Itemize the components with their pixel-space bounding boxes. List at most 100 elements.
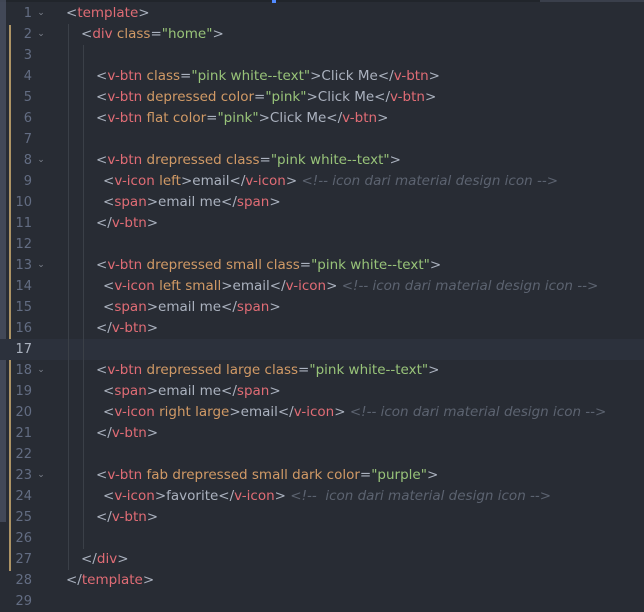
indent-guide bbox=[68, 171, 69, 192]
code-token-txt: > bbox=[428, 68, 440, 84]
code-token-tag: v-btn bbox=[107, 467, 143, 483]
code-line[interactable]: 16 </v-btn> bbox=[0, 318, 644, 339]
code-line[interactable]: 14 <v-icon left small>email</v-icon> <!--… bbox=[0, 276, 644, 297]
line-number: 11 bbox=[15, 216, 32, 231]
indent-guide bbox=[83, 486, 84, 507]
code-line[interactable]: 26 bbox=[0, 528, 644, 549]
code-line[interactable]: 23 ⌄ <v-btn fab drepressed small dark colo… bbox=[0, 465, 644, 486]
indent-guide bbox=[83, 66, 84, 87]
code-text: </v-btn> bbox=[96, 213, 158, 234]
indent-guide bbox=[83, 171, 84, 192]
fold-chevron-icon[interactable]: ⌄ bbox=[36, 465, 46, 486]
fold-chevron-icon[interactable]: ⌄ bbox=[36, 24, 46, 45]
indent-guide bbox=[68, 528, 69, 549]
code-text: <v-btn class="pink white--text">Click Me… bbox=[96, 66, 440, 87]
line-number: 21 bbox=[15, 426, 32, 441]
code-token-tag: div bbox=[92, 26, 113, 42]
code-token-tag: span bbox=[236, 299, 270, 315]
indent-guide bbox=[83, 255, 84, 276]
indent-guide bbox=[68, 24, 69, 45]
code-text: <v-btn flat color="pink">Click Me</v-btn… bbox=[96, 108, 388, 129]
code-text: <span>email me</span> bbox=[103, 297, 281, 318]
line-number: 4 bbox=[23, 69, 32, 84]
code-token-txt: = bbox=[359, 467, 372, 483]
code-token-tag: v-icon bbox=[285, 278, 327, 294]
code-token-str: "pink" bbox=[217, 110, 259, 126]
line-number: 5 bbox=[23, 90, 32, 105]
code-line[interactable]: 28 </template> bbox=[0, 570, 644, 591]
code-line[interactable]: 29 bbox=[0, 591, 644, 612]
code-text: <v-icon left small>email</v-icon> <!-- i… bbox=[103, 276, 598, 297]
code-token-txt: > bbox=[146, 509, 159, 525]
code-line[interactable]: 3 bbox=[0, 45, 644, 66]
code-line[interactable]: 27 </div> bbox=[0, 549, 644, 570]
line-number: 13 bbox=[15, 258, 32, 273]
code-line[interactable]: 22 bbox=[0, 444, 644, 465]
code-text: <v-btn depressed color="pink">Click Me</… bbox=[96, 87, 436, 108]
code-token-txt: > bbox=[269, 194, 281, 210]
code-text: </v-btn> bbox=[96, 423, 158, 444]
code-token-txt: > bbox=[269, 383, 281, 399]
code-editor[interactable]: 1 ⌄ <template> 2 ⌄ <div class="home"> 3 4 <v-btn… bbox=[0, 0, 644, 609]
code-line[interactable]: 17 bbox=[0, 339, 644, 360]
code-token-tag: v-btn bbox=[107, 110, 143, 126]
code-line[interactable]: 7 bbox=[0, 129, 644, 150]
code-token-txt: >email me</ bbox=[146, 194, 237, 210]
code-line[interactable]: 5 <v-btn depressed color="pink">Click Me<… bbox=[0, 87, 644, 108]
code-token-attr: class bbox=[142, 68, 181, 84]
code-line[interactable]: 15 <span>email me</span> bbox=[0, 297, 644, 318]
code-token-tag: template bbox=[81, 572, 143, 588]
code-token-txt: < bbox=[96, 467, 108, 483]
indent-guide bbox=[83, 108, 84, 129]
code-token-txt: < bbox=[96, 89, 108, 105]
code-line[interactable]: 6 <v-btn flat color="pink">Click Me</v-bt… bbox=[0, 108, 644, 129]
code-token-txt: </ bbox=[81, 551, 97, 567]
code-line[interactable]: 11 </v-btn> bbox=[0, 213, 644, 234]
code-token-txt: = bbox=[298, 362, 310, 378]
code-line[interactable]: 8 ⌄ <v-btn drepressed class="pink white--t… bbox=[0, 150, 644, 171]
code-line[interactable]: 12 bbox=[0, 234, 644, 255]
line-number: 16 bbox=[15, 321, 32, 336]
code-token-txt: > bbox=[146, 425, 159, 441]
line-number: 23 bbox=[15, 468, 32, 483]
code-token-txt: > bbox=[426, 467, 439, 483]
code-token-attr: flat color bbox=[142, 110, 207, 126]
code-token-txt: > bbox=[146, 215, 159, 231]
line-number: 29 bbox=[15, 594, 32, 609]
code-line[interactable]: 19 <span>email me</span> bbox=[0, 381, 644, 402]
code-token-txt: < bbox=[103, 383, 115, 399]
code-line[interactable]: 10 <span>email me</span> bbox=[0, 192, 644, 213]
code-token-com: <!-- icon dari material design icon --> bbox=[341, 278, 599, 294]
code-line[interactable]: 18 ⌄ <v-btn drepressed large class="pink w… bbox=[0, 360, 644, 381]
code-token-tag: v-btn bbox=[107, 152, 143, 168]
code-token-str: "pink white--text" bbox=[309, 362, 429, 378]
code-line[interactable]: 2 ⌄ <div class="home"> bbox=[0, 24, 644, 45]
code-line[interactable]: 9 <v-icon left>email</v-icon> <!-- icon d… bbox=[0, 171, 644, 192]
code-token-tag: v-btn bbox=[107, 362, 143, 378]
code-token-txt: < bbox=[103, 173, 115, 189]
code-token-tag: span bbox=[114, 383, 147, 399]
code-line[interactable]: 4 <v-btn class="pink white--text">Click M… bbox=[0, 66, 644, 87]
code-token-txt: = bbox=[299, 257, 312, 273]
code-token-str: "pink white--text" bbox=[270, 152, 390, 168]
code-token-txt: = bbox=[180, 68, 192, 84]
code-token-txt: </ bbox=[96, 425, 112, 441]
fold-chevron-icon[interactable]: ⌄ bbox=[36, 360, 46, 381]
indent-guide bbox=[83, 297, 84, 318]
fold-chevron-icon[interactable]: ⌄ bbox=[36, 150, 46, 171]
fold-chevron-icon[interactable]: ⌄ bbox=[36, 255, 46, 276]
code-token-txt: > bbox=[285, 173, 302, 189]
code-line[interactable]: 13 ⌄ <v-btn drepressed small class="pink w… bbox=[0, 255, 644, 276]
code-text: <v-btn drepressed small class="pink whit… bbox=[96, 255, 441, 276]
code-line[interactable]: 1 ⌄ <template> bbox=[0, 3, 644, 24]
code-line[interactable]: 20 <v-icon right large>email</v-icon> <!-… bbox=[0, 402, 644, 423]
code-token-tag: template bbox=[77, 5, 139, 21]
code-token-txt: >Click Me</ bbox=[306, 89, 391, 105]
code-token-tag: v-icon bbox=[114, 278, 155, 294]
code-line[interactable]: 25 </v-btn> bbox=[0, 507, 644, 528]
code-line[interactable]: 21 </v-btn> bbox=[0, 423, 644, 444]
code-token-txt: > bbox=[429, 257, 442, 273]
code-line[interactable]: 24 <v-icon>favorite</v-icon> <!-- icon da… bbox=[0, 486, 644, 507]
fold-chevron-icon[interactable]: ⌄ bbox=[36, 3, 46, 24]
code-text: <v-icon>favorite</v-icon> <!-- icon dari… bbox=[103, 486, 551, 507]
